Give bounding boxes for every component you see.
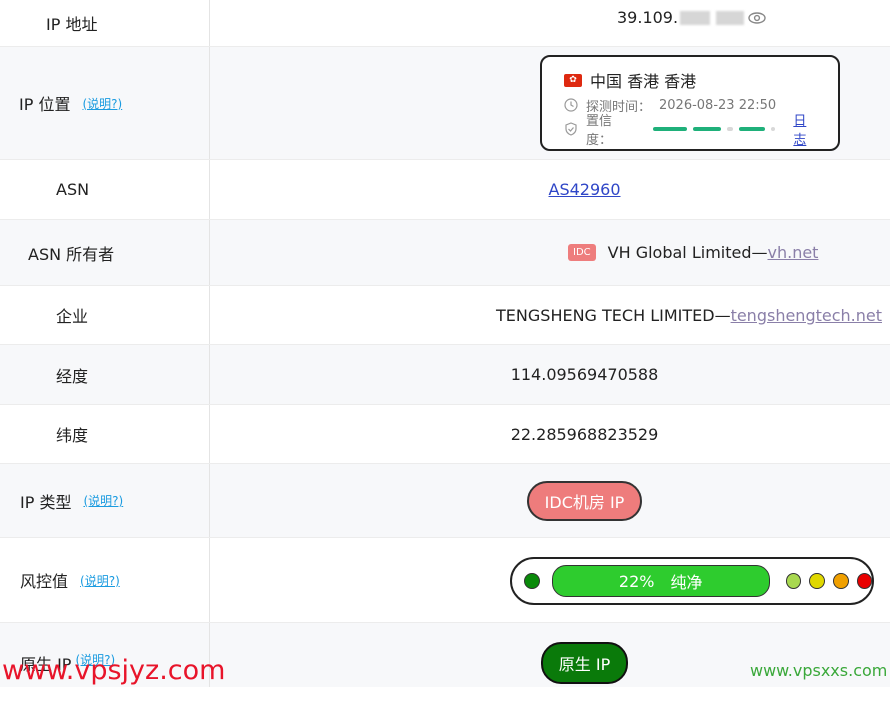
latitude-value: 22.285968823529 xyxy=(211,405,890,463)
clock-icon xyxy=(564,98,578,112)
ip-location-explain-link[interactable]: (说明?) xyxy=(82,95,122,112)
eye-icon[interactable] xyxy=(748,10,766,29)
confidence-bar-end xyxy=(771,127,776,131)
row-asn: ASN AS42960 xyxy=(0,160,890,220)
label-longitude: 经度 xyxy=(0,345,210,404)
location-place: 中国 香港 香港 xyxy=(590,72,697,91)
latitude-text: 22.285968823529 xyxy=(510,424,659,444)
ip-type-value: IDC机房 IP xyxy=(211,464,890,537)
risk-dot-low xyxy=(785,573,802,589)
row-ip-address: IP 地址 39.109. xyxy=(0,0,890,47)
label-company: 企业 xyxy=(0,286,210,344)
ip-address-value: 39.109. xyxy=(211,0,890,54)
asn-owner-link[interactable]: vh.net xyxy=(768,243,819,262)
risk-status: 纯净 xyxy=(670,573,703,592)
longitude-text: 114.09569470588 xyxy=(510,365,659,384)
company-name: TENGSHENG TECH LIMITED— xyxy=(496,305,731,325)
row-latitude: 纬度 22.285968823529 xyxy=(0,405,890,464)
confidence-bar-gap xyxy=(727,127,734,131)
asn-link[interactable]: AS42960 xyxy=(549,180,621,199)
latitude-label-text: 纬度 xyxy=(56,426,89,445)
asn-value: AS42960 xyxy=(211,160,890,219)
confidence-meter xyxy=(653,127,776,131)
risk-dot-very-high xyxy=(856,573,873,589)
location-card: ✿ 中国 香港 香港 探测时间： 2026-08-23 22:50 置信度： 日… xyxy=(540,55,840,151)
watermark-right: www.vpsxxs.com xyxy=(750,661,888,680)
confidence-bar-2 xyxy=(693,127,722,131)
confidence-label: 置信度： xyxy=(586,114,613,148)
row-asn-owner: ASN 所有者 IDC VH Global Limited— vh.net xyxy=(0,220,890,286)
location-place-line: ✿ 中国 香港 香港 xyxy=(564,67,816,93)
hong-kong-flag-icon: ✿ xyxy=(564,73,582,87)
ip-type-badge: IDC机房 IP xyxy=(526,480,643,521)
row-longitude: 经度 114.09569470588 xyxy=(0,345,890,405)
longitude-value: 114.09569470588 xyxy=(211,345,890,404)
probe-time-value: 2026-08-23 22:50 xyxy=(659,97,777,113)
asn-owner-name: VH Global Limited— xyxy=(607,243,768,262)
ip-redacted-block xyxy=(680,11,711,25)
risk-meter: 22% 纯净 xyxy=(510,557,874,605)
ip-address-label-text: IP 地址 xyxy=(46,15,98,34)
watermark-left: www.vpsjyz.com xyxy=(2,655,226,686)
label-asn-owner: ASN 所有者 xyxy=(0,220,210,285)
longitude-label-text: 经度 xyxy=(56,366,89,386)
label-latitude: 纬度 xyxy=(0,405,210,463)
log-link[interactable]: 日志 xyxy=(793,110,816,148)
risk-label-text: 风控值 xyxy=(20,572,69,591)
label-ip-location: IP 位置 (说明?) xyxy=(0,47,210,159)
confidence-line: 置信度： 日志 xyxy=(564,114,816,148)
risk-dot-high xyxy=(832,573,849,589)
label-risk: 风控值 (说明?) xyxy=(0,538,210,622)
label-ip-address: IP 地址 xyxy=(0,0,210,46)
asn-label-text: ASN xyxy=(56,180,90,199)
ip-type-explain-link[interactable]: (说明?) xyxy=(83,492,123,509)
row-ip-type: IP 类型 (说明?) IDC机房 IP xyxy=(0,464,890,538)
risk-score-bar: 22% 纯净 xyxy=(551,565,770,597)
company-link[interactable]: tengshengtech.net xyxy=(731,306,882,325)
ip-location-label-text: IP 位置 xyxy=(19,95,71,114)
asn-owner-label-text: ASN 所有者 xyxy=(28,244,115,264)
shield-check-icon xyxy=(564,122,578,136)
confidence-bar-1 xyxy=(653,127,688,131)
ip-address-text: 39.109. xyxy=(617,8,679,27)
asn-owner-value: IDC VH Global Limited— vh.net xyxy=(211,220,890,285)
label-ip-type: IP 类型 (说明?) xyxy=(0,464,210,537)
risk-dot-medium xyxy=(809,573,825,589)
row-company: 企业 TENGSHENG TECH LIMITED— tengshengtech… xyxy=(0,286,890,345)
company-label-text: 企业 xyxy=(56,307,89,326)
label-asn: ASN xyxy=(0,160,210,219)
risk-percent: 22% xyxy=(618,571,655,591)
ip-type-label-text: IP 类型 xyxy=(20,492,72,512)
confidence-bar-3 xyxy=(739,127,766,131)
company-value: TENGSHENG TECH LIMITED— tengshengtech.ne… xyxy=(211,286,890,344)
risk-dot-clean xyxy=(524,573,540,589)
idc-tag: IDC xyxy=(568,244,596,261)
risk-explain-link[interactable]: (说明?) xyxy=(80,572,120,589)
native-ip-badge: 原生 IP xyxy=(540,642,629,684)
ip-redacted-block-2 xyxy=(716,11,745,25)
